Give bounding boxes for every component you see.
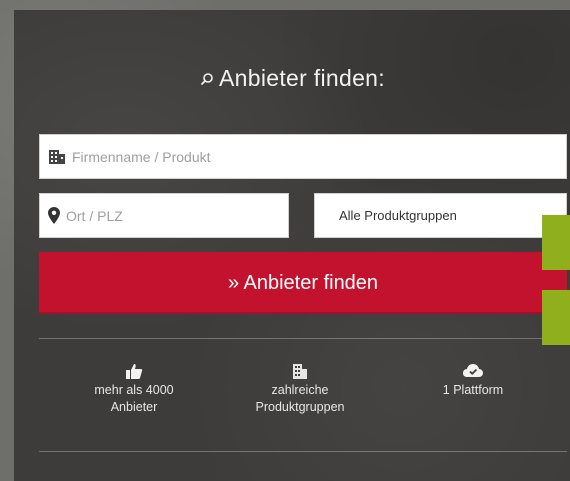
feature-providers-line2: Anbieter: [110, 400, 158, 414]
feature-providers-line1: mehr als 4000: [94, 383, 174, 397]
search-submit-button[interactable]: » Anbieter finden: [39, 252, 567, 314]
feature-product-groups-line1: zahlreiche: [271, 383, 329, 397]
feature-providers: mehr als 4000 Anbieter: [64, 362, 204, 416]
feature-platform-line1: 1 Plattform: [442, 383, 504, 397]
side-tab-bottom[interactable]: [542, 290, 570, 345]
company-field[interactable]: [39, 134, 567, 179]
feature-platform: 1 Plattform: [403, 362, 543, 399]
feature-product-groups: zahlreiche Produktgruppen: [230, 362, 370, 416]
panel-title-text: Anbieter finden:: [219, 65, 385, 91]
divider-bottom: [39, 451, 567, 452]
company-input[interactable]: [72, 148, 566, 165]
city-input[interactable]: [66, 207, 288, 224]
panel-title: Anbieter finden:: [14, 65, 570, 93]
building-icon: [48, 149, 66, 165]
search-icon: [199, 66, 215, 93]
cloud-check-icon: [403, 362, 543, 380]
city-field[interactable]: [39, 193, 289, 238]
product-group-selected: Alle Produktgruppen: [339, 208, 457, 223]
thumbs-up-icon: [64, 362, 204, 380]
building-icon: [230, 362, 370, 380]
side-tab-top[interactable]: [542, 215, 570, 270]
map-marker-icon: [48, 207, 60, 224]
search-panel: Anbieter finden: Alle Produktgruppen: [14, 10, 570, 481]
divider-top: [39, 338, 567, 339]
feature-product-groups-line2: Produktgruppen: [255, 400, 345, 414]
product-group-select[interactable]: Alle Produktgruppen: [314, 193, 567, 238]
